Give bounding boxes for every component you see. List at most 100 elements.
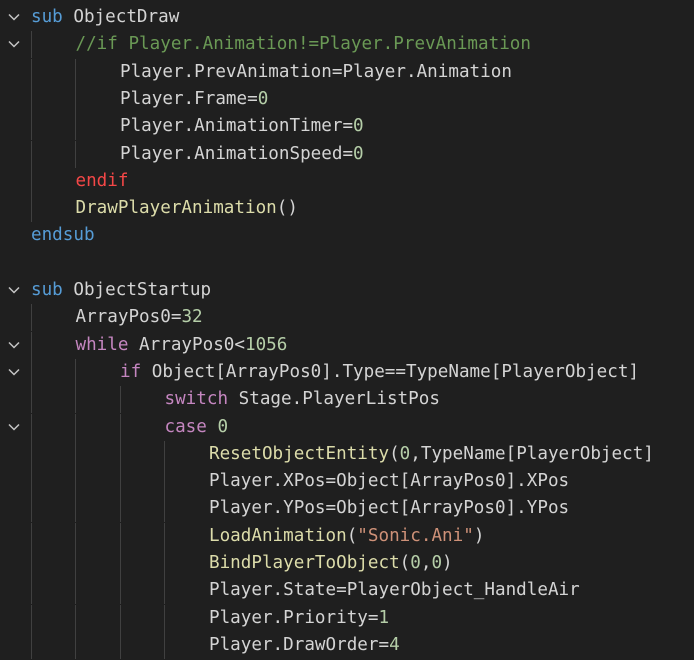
code-token: , [420,553,432,573]
code-token: 4 [389,634,400,655]
code-text: LoadAnimation("Sonic.Ani") [209,523,484,550]
code-token: BindPlayerToObject [209,553,400,573]
code-token: Player.Frame= [120,88,258,109]
indent-guide [31,522,32,550]
code-token: Player.DrawOrder= [209,634,390,655]
code-text: Player.YPos=Object[ArrayPos0].YPos [209,495,569,522]
code-line[interactable]: if Object[ArrayPos0].Type==TypeName[Play… [0,358,694,386]
code-token: ( [346,525,358,546]
code-line[interactable]: ArrayPos0=32 [0,304,694,332]
indent-guide [75,495,76,523]
indent-guide [164,495,165,523]
chevron-down-icon[interactable] [6,277,22,304]
code-token: ResetObjectEntity [209,443,390,464]
code-token: ArrayPos0= [75,307,182,328]
code-line[interactable]: //if Player.Animation!=Player.PrevAnimat… [0,31,694,59]
code-token: case [164,416,207,437]
code-line[interactable]: Player.XPos=Object[ArrayPos0].XPos [0,468,694,496]
code-token: endif [75,170,129,191]
code-token: Player.AnimationTimer= [120,116,354,137]
code-line[interactable]: LoadAnimation("Sonic.Ani") [0,522,694,550]
code-token: 0 [399,443,411,464]
indent-guide [120,550,121,577]
code-line[interactable]: Player.AnimationSpeed=0 [0,140,694,168]
code-line[interactable]: Player.PrevAnimation=Player.Animation [0,58,694,86]
code-editor[interactable]: sub ObjectDraw //if Player.Animation!=Pla… [0,0,694,660]
chevron-down-icon[interactable] [6,31,22,58]
indent-guide [31,495,32,523]
indent-guide [164,468,165,496]
code-token: ( [399,553,411,573]
indent-guide [75,413,76,441]
code-text: ArrayPos0=32 [76,304,203,331]
code-text: sub ObjectStartup [31,277,211,304]
code-token: Player.YPos=Object[ArrayPos0].YPos [209,498,570,519]
chevron-down-icon[interactable] [6,4,22,31]
code-line[interactable]: case 0 [0,413,694,441]
code-token: ArrayPos0< [128,334,245,355]
chevron-down-icon[interactable] [6,332,22,359]
code-line[interactable] [0,250,694,277]
code-line[interactable]: while ArrayPos0<1056 [0,331,694,359]
code-line[interactable]: BindPlayerToObject(0,0) [0,550,694,577]
code-token: DrawPlayerAnimation [75,198,277,219]
indent-guide [120,386,121,414]
indent-guide [120,631,121,659]
code-line[interactable]: DrawPlayerAnimation() [0,195,694,223]
indent-guide [75,550,76,577]
code-line[interactable]: Player.State=PlayerObject_HandleAir [0,577,694,605]
code-token: ObjectStartup [62,280,212,300]
indent-guide [31,140,32,168]
indent-guide [120,440,121,468]
indent-guide [75,113,76,141]
indent-guide [31,468,32,496]
code-line[interactable]: endif [0,167,694,195]
code-token: 0 [217,416,229,437]
code-token: 1056 [245,334,288,355]
chevron-down-icon[interactable] [6,359,22,386]
code-token: ,TypeName[PlayerObject] [410,443,654,464]
code-token: 0 [353,116,364,137]
indent-guide [120,413,121,441]
code-line[interactable]: Player.DrawOrder=4 [0,631,694,659]
code-token: ( [389,443,400,464]
code-text: sub ObjectDraw [31,4,179,31]
code-token: LoadAnimation [209,525,347,546]
indent-guide [31,358,32,386]
chevron-down-icon[interactable] [6,414,22,441]
indent-guide [75,577,76,605]
indent-guide [31,85,32,113]
code-token: Player.AnimationSpeed= [120,143,354,164]
code-line[interactable]: endsub [0,222,694,249]
code-text: while ArrayPos0<1056 [76,332,288,359]
code-text: case 0 [165,414,229,441]
code-text: Player.Priority=1 [209,605,389,632]
code-line[interactable]: Player.AnimationTimer=0 [0,113,694,141]
indent-guide [164,631,165,659]
code-line[interactable]: Player.YPos=Object[ArrayPos0].YPos [0,495,694,523]
code-token: Player.PrevAnimation=Player.Animation [120,61,512,82]
code-line[interactable]: ResetObjectEntity(0,TypeName[PlayerObjec… [0,440,694,468]
code-line[interactable]: switch Stage.PlayerListPos [0,386,694,414]
code-text: Player.AnimationTimer=0 [120,113,364,140]
indent-guide [75,440,76,468]
indent-guide [31,195,32,223]
code-line[interactable]: sub ObjectDraw [0,4,694,31]
indent-guide [75,631,76,659]
code-text: switch Stage.PlayerListPos [165,386,440,413]
indent-guide [31,331,32,359]
code-token: Stage.PlayerListPos [228,389,440,410]
code-line[interactable]: Player.Priority=1 [0,604,694,632]
code-line[interactable]: Player.Frame=0 [0,85,694,113]
code-token: if [120,361,142,382]
code-token: while [75,334,129,355]
code-text: DrawPlayerAnimation() [76,195,298,222]
code-token: 32 [181,307,203,328]
indent-guide [120,468,121,496]
code-line[interactable]: sub ObjectStartup [0,277,694,304]
indent-guide [120,577,121,605]
code-token: 0 [353,143,364,164]
code-token: Player.State=PlayerObject_HandleAir [209,580,580,601]
indent-guide [164,550,165,577]
